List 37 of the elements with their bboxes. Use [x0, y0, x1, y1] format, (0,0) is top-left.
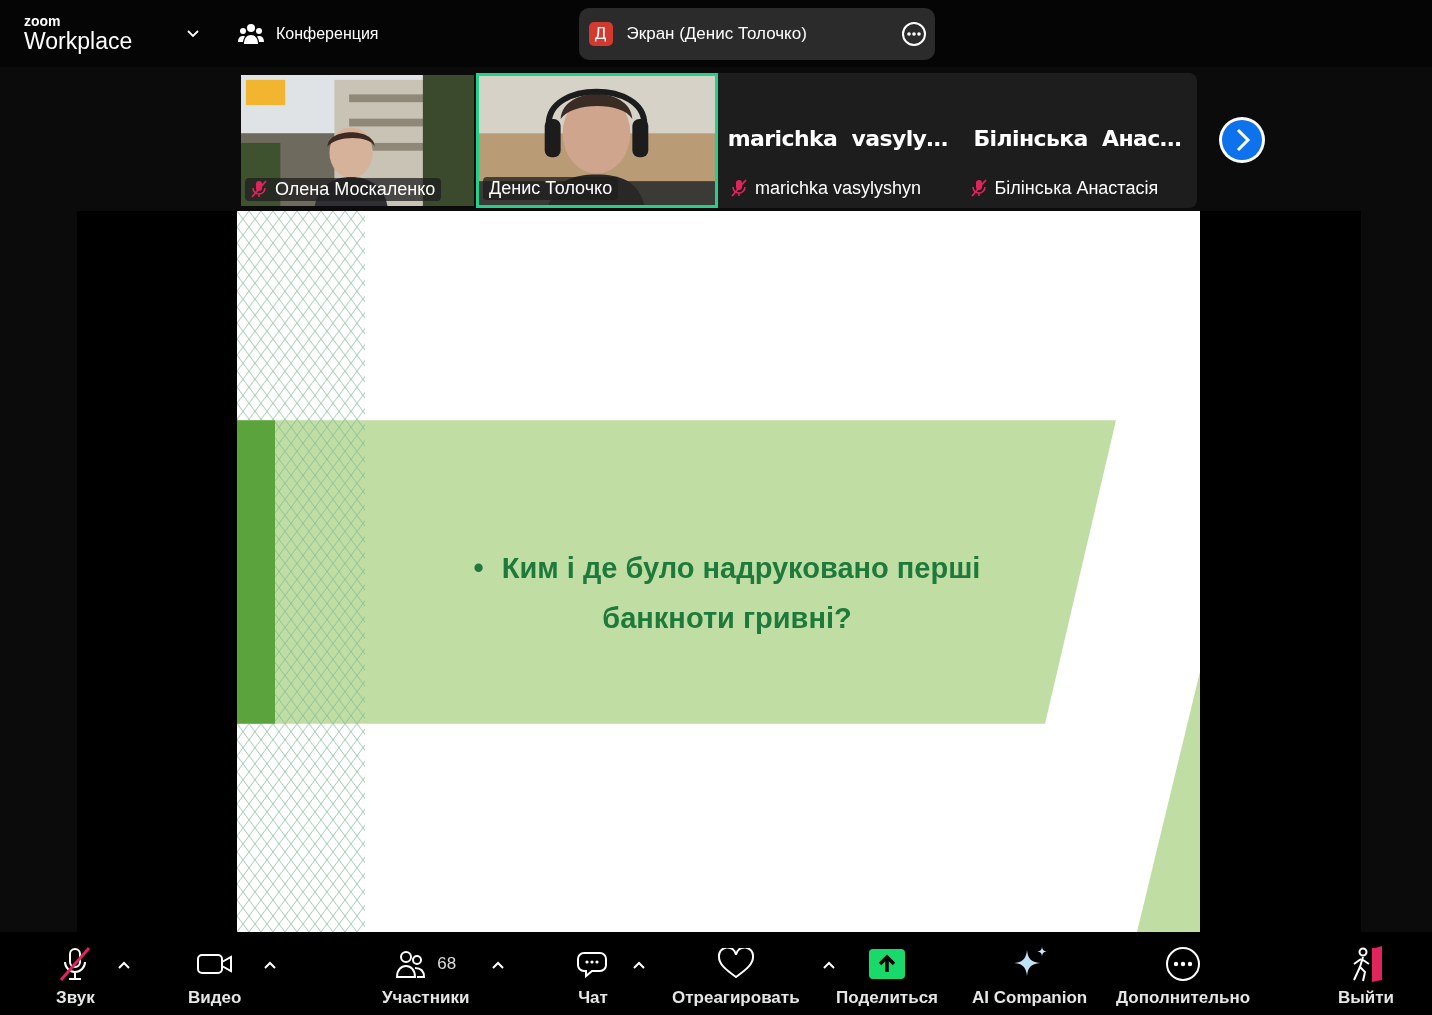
participant-name-label: Денис Толочко: [483, 176, 619, 200]
share-button[interactable]: Поделиться: [832, 944, 943, 1008]
video-tile[interactable]: Олена Москаленко: [239, 72, 476, 208]
meeting-info-button[interactable]: Конференция: [238, 22, 379, 45]
share-screen-icon: [869, 949, 905, 979]
people-icon: [395, 948, 428, 980]
more-icon: [1164, 945, 1203, 983]
name-tile[interactable]: Білінська Анас… Білінська Анастасія: [957, 72, 1197, 208]
react-button[interactable]: Отреагировать: [668, 944, 804, 1008]
heart-icon: [716, 948, 755, 980]
participant-display-name: marichka vasyly…: [727, 125, 948, 151]
chat-button[interactable]: Чат: [572, 944, 614, 1008]
bullet-mark: •: [473, 552, 484, 584]
leave-button[interactable]: Выйти: [1334, 944, 1399, 1008]
participant-display-name: Білінська Анас…: [973, 125, 1182, 151]
video-tile[interactable]: Денис Толочко: [476, 72, 718, 208]
more-icon[interactable]: [900, 20, 927, 47]
logo-product: Workplace: [24, 30, 134, 53]
caret-icon[interactable]: [632, 960, 646, 970]
audio-button[interactable]: Звук: [52, 944, 99, 1008]
caret-icon[interactable]: [821, 960, 836, 970]
video-button[interactable]: Видео: [184, 944, 246, 1008]
people-icon: [238, 22, 264, 45]
caret-icon[interactable]: [491, 960, 506, 970]
participants-button[interactable]: 68 Участники: [378, 944, 474, 1008]
participant-name-label: Олена Москаленко: [245, 177, 442, 201]
share-label: Экран (Денис Толочко): [626, 23, 808, 44]
next-page-button[interactable]: [1218, 116, 1266, 164]
logo-brand: zoom: [24, 14, 62, 28]
caret-icon[interactable]: [116, 960, 131, 970]
more-button[interactable]: Дополнительно: [1112, 944, 1255, 1008]
avatar-initial: Д: [588, 21, 613, 46]
caret-icon[interactable]: [263, 960, 278, 970]
chevron-down-icon[interactable]: [186, 28, 200, 39]
name-tile[interactable]: marichka vasyly… marichka vasylyshyn: [718, 72, 958, 208]
slide-bullet-text: • Ким і де було надруковано перші банкноти гривні?: [472, 551, 982, 636]
ai-button[interactable]: AI Companion: [968, 944, 1092, 1008]
